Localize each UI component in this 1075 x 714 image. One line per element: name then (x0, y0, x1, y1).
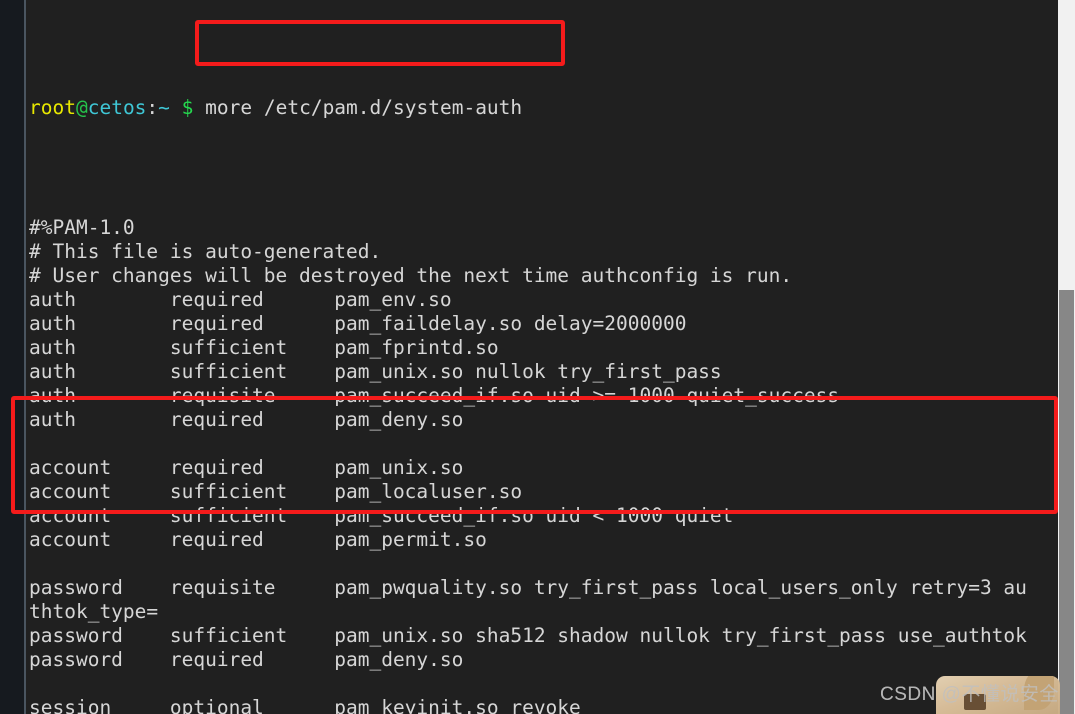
prompt-command-line: root@cetos:~ $ more /etc/pam.d/system-au… (26, 96, 1058, 120)
terminal-line: auth required pam_env.so (29, 288, 452, 311)
prompt-host: cetos (87, 96, 147, 119)
prompt-symbol: $ (181, 96, 194, 119)
watermark-text-overlay: CSDN @不懂说安全 (880, 684, 1059, 705)
file-output-lines: #%PAM-1.0 # This file is auto-generated. #… (26, 216, 1058, 714)
terminal-line: # This file is auto-generated. (29, 240, 382, 263)
terminal-line: password required pam_deny.so (29, 648, 464, 671)
vertical-scrollbar-thumb[interactable] (1059, 290, 1074, 714)
vertical-scrollbar-track[interactable] (1058, 0, 1075, 714)
terminal-line: thtok_type= (29, 600, 159, 623)
terminal-line: password requisite pam_pwquality.so try_… (29, 576, 1027, 599)
prompt-colon: : (146, 96, 159, 119)
prompt-at-icon: @ (75, 96, 88, 119)
typed-command: more /etc/pam.d/system-auth (205, 96, 523, 119)
terminal-line: auth required pam_deny.so (29, 408, 464, 431)
terminal-line: auth sufficient pam_fprintd.so (29, 336, 499, 359)
terminal-line: auth requisite pam_succeed_if.so uid >= … (29, 384, 840, 407)
terminal-line: auth sufficient pam_unix.so nullok try_f… (29, 360, 722, 383)
terminal-line: account sufficient pam_localuser.so (29, 480, 523, 503)
terminal-body[interactable]: root@cetos:~ $ more /etc/pam.d/system-au… (26, 0, 1058, 714)
terminal-line: account sufficient pam_succeed_if.so uid… (29, 504, 734, 527)
terminal-line: #%PAM-1.0 (29, 216, 135, 239)
terminal-line: account required pam_unix.so (29, 456, 464, 479)
prompt-path: ~ (158, 96, 170, 119)
prompt-user: root (29, 96, 76, 119)
terminal-line: password sufficient pam_unix.so sha512 s… (29, 624, 1027, 647)
terminal-line: auth required pam_faildelay.so delay=200… (29, 312, 687, 335)
terminal-output: root@cetos:~ $ more /etc/pam.d/system-au… (26, 0, 1058, 714)
window-left-gutter (0, 0, 25, 714)
terminal-line: account required pam_permit.so (29, 528, 487, 551)
terminal-screenshot: root@cetos:~ $ more /etc/pam.d/system-au… (0, 0, 1075, 714)
terminal-line: # User changes will be destroyed the nex… (29, 264, 793, 287)
